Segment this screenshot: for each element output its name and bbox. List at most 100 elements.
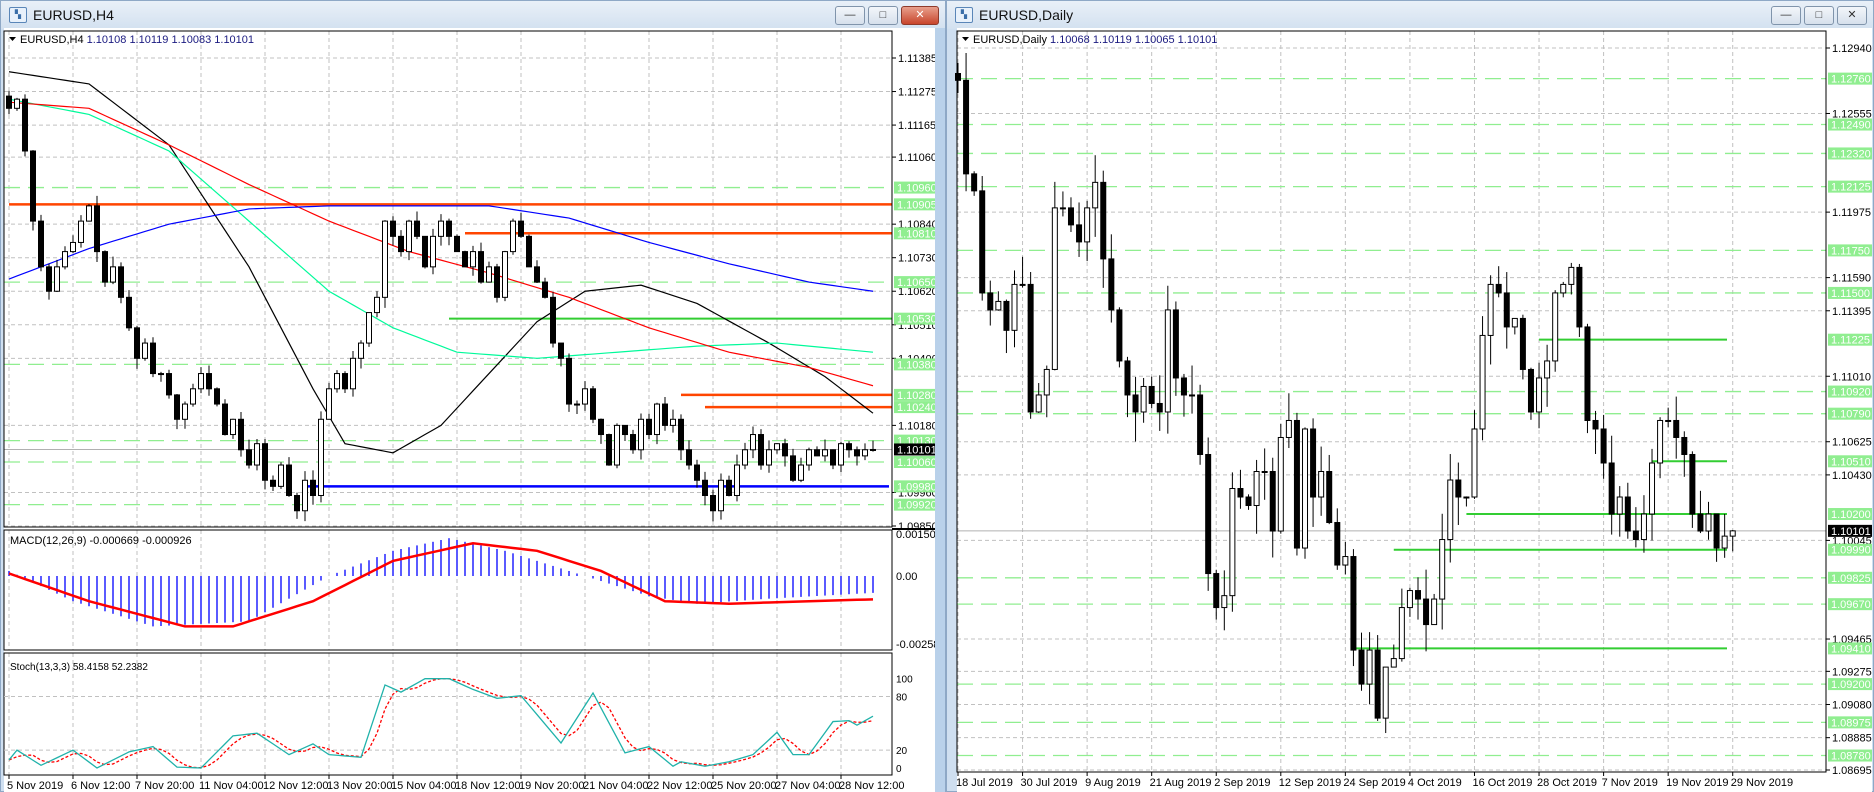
bull-candle-body	[1011, 283, 1018, 331]
bear-candle-body	[262, 443, 268, 481]
candle	[550, 292, 556, 348]
bull-candle-body	[302, 479, 308, 512]
bull-candle-body	[358, 342, 364, 359]
bear-candle-body	[1527, 368, 1534, 413]
bear-candle-body	[710, 495, 716, 512]
level-price-label: 1.08780	[1831, 751, 1871, 763]
time-axis-label: 18 Nov 12:00	[455, 780, 520, 792]
bull-candle-body	[510, 220, 516, 253]
candle	[979, 176, 986, 301]
level-price-label: 1.09670	[1831, 599, 1871, 611]
bull-candle-body	[486, 266, 492, 283]
candle	[318, 411, 324, 503]
bear-candle-body	[662, 403, 668, 426]
time-axis-label: 29 Nov 2019	[1731, 777, 1793, 789]
candle	[118, 262, 124, 304]
bull-candle-body	[406, 220, 412, 253]
bear-candle-body	[987, 292, 994, 311]
candle	[758, 429, 764, 470]
bear-candle-body	[310, 479, 316, 497]
bull-candle-body	[1382, 666, 1389, 719]
bull-candle-body	[1657, 419, 1664, 464]
bear-candle-body	[1455, 479, 1462, 498]
bear-candle-body	[30, 150, 36, 222]
time-axis-label: 28 Oct 2019	[1537, 777, 1597, 789]
price-axis-label: 1.11060	[898, 152, 937, 164]
price-axis-label: 1.08885	[1832, 733, 1872, 745]
candle	[614, 423, 620, 469]
bear-candle-body	[1269, 470, 1276, 532]
bull-candle-body	[1640, 513, 1647, 541]
charts-canvas[interactable]: 5 Nov 2019 6 Nov 12:00 7 Nov 20:00 11 Nov 0…	[0, 0, 1874, 792]
bear-candle-body	[454, 235, 460, 253]
bull-candle-body	[670, 418, 676, 426]
bear-candle-body	[622, 424, 628, 436]
bear-candle-body	[414, 220, 420, 237]
level-price-label: 1.10060	[897, 457, 937, 469]
price-axis-label: 1.11590	[1832, 273, 1871, 285]
level-price-label: 1.09410	[1831, 643, 1871, 655]
bear-candle-body	[518, 220, 524, 237]
bull-candle-body	[1035, 394, 1042, 413]
bear-candle-body	[390, 220, 396, 237]
bull-candle-body	[182, 403, 188, 420]
bear-candle-body	[1576, 266, 1583, 328]
candle	[166, 369, 172, 399]
bull-candle-body	[438, 220, 444, 237]
price-axis-label: 1.11395	[1832, 306, 1871, 318]
time-axis-label: 28 Nov 12:00	[839, 780, 904, 792]
candle	[1027, 272, 1034, 419]
bear-candle-body	[1205, 453, 1212, 575]
bear-candle-body	[1293, 419, 1300, 549]
candle	[94, 195, 100, 262]
bear-candle-body	[782, 443, 788, 457]
bull-candle-body	[1552, 292, 1559, 362]
bear-candle-body	[1713, 513, 1720, 549]
bull-candle-body	[1665, 419, 1672, 422]
time-axis-label: 16 Oct 2019	[1472, 777, 1532, 789]
bull-candle-body	[870, 448, 876, 451]
bear-candle-body	[598, 418, 604, 436]
bear-candle-body	[1697, 513, 1704, 532]
price-axis-label: 1.10430	[1832, 470, 1872, 482]
time-axis-label: 7 Nov 20:00	[135, 780, 194, 792]
bull-candle-body	[1463, 496, 1470, 499]
time-axis-label: 30 Jul 2019	[1021, 777, 1078, 789]
bear-candle-body	[1632, 530, 1639, 541]
bear-candle-body	[1519, 317, 1526, 370]
bear-candle-body	[22, 98, 28, 152]
candle	[1527, 367, 1534, 420]
level-price-label: 1.12490	[1831, 120, 1871, 132]
price-axis-label: 1.11165	[898, 120, 936, 132]
time-axis-label: 12 Sep 2019	[1279, 777, 1341, 789]
level-price-label: 1.10510	[1831, 456, 1871, 468]
bear-candle-body	[494, 266, 500, 298]
bear-candle-body	[1108, 258, 1115, 311]
bear-candle-body	[422, 235, 428, 268]
bear-candle-body	[1689, 453, 1696, 515]
level-price-label: 1.10280	[897, 390, 937, 402]
bear-candle-body	[150, 342, 156, 375]
time-axis-label: 21 Nov 04:00	[583, 780, 648, 792]
bear-candle-body	[558, 342, 564, 359]
bear-candle-body	[846, 443, 852, 451]
price-axis-label: 1.12940	[1832, 43, 1872, 55]
bear-candle-body	[1172, 309, 1179, 379]
level-price-label: 1.10380	[897, 359, 937, 371]
bear-candle-body	[1003, 300, 1010, 331]
level-price-label: 1.09980	[897, 481, 937, 493]
bear-candle-body	[606, 434, 612, 466]
time-axis-label: 12 Nov 12:00	[263, 780, 328, 792]
price-axis-label: 1.08695	[1832, 765, 1872, 777]
vertical-scrollbar[interactable]	[935, 28, 945, 792]
time-axis-label: 19 Nov 2019	[1666, 777, 1728, 789]
candle	[86, 203, 92, 222]
bear-candle-body	[102, 251, 108, 283]
bear-candle-body	[286, 464, 292, 497]
bear-candle-body	[790, 455, 796, 481]
candle	[1277, 423, 1284, 534]
bull-candle-body	[254, 443, 260, 466]
level-price-label: 1.11750	[1831, 245, 1870, 257]
level-price-label: 1.10960	[897, 183, 937, 195]
level-price-label: 1.08975	[1831, 717, 1871, 729]
